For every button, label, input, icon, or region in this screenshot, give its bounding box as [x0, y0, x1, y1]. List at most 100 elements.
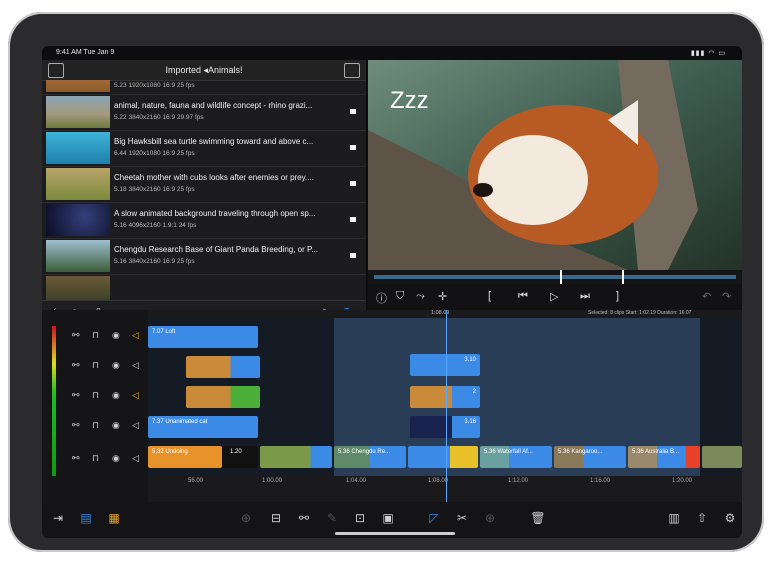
add-icon[interactable]: ⊕: [238, 510, 254, 526]
list-item[interactable]: Cheetah mother with cubs looks after ene…: [42, 166, 366, 203]
scissors-icon[interactable]: ✂: [454, 510, 470, 526]
timeline-clip[interactable]: 5.36 Chengdu Re...: [334, 446, 406, 468]
status-indicators: ▮▮▮ ◠ ▭: [690, 50, 726, 57]
mute-icon[interactable]: ◁: [132, 330, 139, 341]
export-icon[interactable]: ⇥: [50, 510, 66, 526]
selection-info: Selected: 8 clips Start: 1:02.19 Duratio…: [588, 310, 692, 316]
split-icon[interactable]: ⤳: [416, 290, 425, 303]
clip-meta: 6.44 1920x1080 16:9 25 fps: [114, 150, 195, 157]
timeline-clip[interactable]: 5.32 Undoing: [148, 446, 222, 468]
lock-icon[interactable]: ⊓: [92, 420, 99, 431]
list-item[interactable]: Big Hawksbill sea turtle swimming toward…: [42, 130, 366, 167]
select-icon[interactable]: ◸: [426, 510, 442, 526]
timeline-clip[interactable]: [260, 446, 332, 468]
video-viewer[interactable]: Zzz: [368, 60, 742, 270]
speaker-icon[interactable]: ◁: [132, 453, 139, 464]
lock-icon[interactable]: ⊓: [92, 390, 99, 401]
settings-icon[interactable]: ⚙: [722, 510, 738, 526]
timeline-ruler[interactable]: 56.00 1:00.00 1:04.00 1:08.00 1:12.00 1:…: [148, 476, 742, 488]
in-point-icon[interactable]: [: [488, 290, 491, 302]
link-icon[interactable]: ⚯: [72, 360, 80, 371]
timeline-clip[interactable]: 7.37 Unanimated cat: [148, 416, 258, 438]
project-scrubber[interactable]: [368, 270, 742, 284]
shield-icon[interactable]: ⛉: [396, 290, 404, 303]
pencil-icon[interactable]: ✎: [324, 510, 340, 526]
timeline-clip[interactable]: 3.10: [410, 354, 480, 376]
link-icon[interactable]: ⚯: [72, 330, 80, 341]
status-bar: 9:41 AM Tue Jan 9 ▮▮▮ ◠ ▭: [42, 46, 742, 60]
link-icon[interactable]: ⚯: [72, 453, 80, 464]
audio-clip[interactable]: 1.20: [222, 446, 258, 468]
timeline-clip[interactable]: [186, 356, 260, 378]
list-item[interactable]: Chengdu Research Base of Giant Panda Bre…: [42, 238, 366, 275]
list-item[interactable]: animal, nature, fauna and wildlife conce…: [42, 94, 366, 131]
import-icon[interactable]: [344, 63, 360, 78]
list-item[interactable]: A slow animated background traveling thr…: [42, 202, 366, 239]
clip-thumbnail: [46, 276, 110, 300]
list-item[interactable]: 5.23 1920x1080 16:9 25 fps: [42, 80, 366, 95]
home-indicator: [335, 532, 455, 535]
info-icon[interactable]: ⓘ: [376, 290, 387, 306]
status-time: 9:41 AM Tue Jan 9: [56, 49, 115, 56]
audio-tracks-icon[interactable]: ▦: [106, 510, 122, 526]
timeline-clip[interactable]: 3.16: [410, 416, 480, 438]
tracks-icon[interactable]: ▤: [78, 510, 94, 526]
lock-icon[interactable]: ⊓: [92, 453, 99, 464]
eye-icon[interactable]: ◉: [112, 420, 120, 431]
undo-icon[interactable]: ↶: [702, 290, 711, 303]
play-icon[interactable]: ▷: [550, 290, 558, 303]
layout-icon[interactable]: ▥: [666, 510, 682, 526]
clip-thumbnail: [46, 204, 110, 236]
speaker-icon[interactable]: ◁: [132, 420, 139, 431]
trash-icon[interactable]: 🗑: [530, 510, 546, 526]
timeline-clip[interactable]: [408, 446, 478, 468]
lock-icon[interactable]: ⊓: [92, 360, 99, 371]
timeline-clip[interactable]: 7.07 Loft: [148, 326, 258, 348]
timeline-tracks[interactable]: 7.07 Loft 7.37 Unanimated cat 3.10 2 3.1…: [148, 318, 742, 476]
link-clips-icon[interactable]: ⚯: [296, 510, 312, 526]
link-icon[interactable]: ⚯: [72, 420, 80, 431]
library-header: Imported ◂Animals!: [42, 60, 366, 81]
timeline-clip[interactable]: 5.36 Australia B...: [628, 446, 700, 468]
visible-range-bracket[interactable]: [560, 270, 624, 284]
mute-icon[interactable]: ◁: [132, 390, 139, 401]
clip-thumbnail: [46, 132, 110, 164]
list-item[interactable]: [42, 274, 366, 300]
library-title: Imported ◂Animals!: [165, 65, 243, 75]
scrubber-track: [374, 275, 736, 279]
timeline-clip[interactable]: 5.36 Kangaroo...: [554, 446, 626, 468]
speaker-icon[interactable]: ◁: [132, 360, 139, 371]
share-icon[interactable]: ⇧: [694, 510, 710, 526]
plus-icon[interactable]: ⊕: [482, 510, 498, 526]
timeline: ⚯ ⊓ ◉ ◁ ⚯ ⊓ ◉ ◁ ⚯ ⊓ ◉ ◁ ⚯ ⊓ ◉ ◁ ⚯ ⊓ ◉ ◁ …: [42, 310, 742, 505]
clip-thumbnail: [46, 168, 110, 200]
lock-icon[interactable]: ⊓: [92, 330, 99, 341]
camera-icon[interactable]: ⊡: [352, 510, 368, 526]
eye-icon[interactable]: ◉: [112, 390, 120, 401]
clipboard-icon[interactable]: ▣: [380, 510, 396, 526]
skip-back-icon[interactable]: ⏮: [518, 290, 528, 303]
eye-icon[interactable]: ◉: [112, 330, 120, 341]
rewind-icon[interactable]: ⊟: [268, 510, 284, 526]
audio-meter: [52, 326, 56, 476]
eye-icon[interactable]: ◉: [112, 453, 120, 464]
clip-title: animal, nature, fauna and wildlife conce…: [114, 101, 313, 110]
media-library-panel: Imported ◂Animals! 5.23 1920x1080 16:9 2…: [42, 60, 366, 323]
skip-forward-icon[interactable]: ⏭: [580, 290, 590, 303]
track-headers: ⚯ ⊓ ◉ ◁ ⚯ ⊓ ◉ ◁ ⚯ ⊓ ◉ ◁ ⚯ ⊓ ◉ ◁ ⚯ ⊓ ◉ ◁: [42, 310, 148, 505]
timeline-clip[interactable]: 5.36 Waterfall Af...: [480, 446, 552, 468]
clip-thumbnail: [46, 240, 110, 272]
eye-icon[interactable]: ◉: [112, 360, 120, 371]
clip-title: Big Hawksbill sea turtle swimming toward…: [114, 137, 314, 146]
marker-icon[interactable]: ✛: [438, 290, 447, 303]
out-point-icon[interactable]: ]: [616, 290, 619, 302]
timeline-clip[interactable]: [186, 386, 260, 408]
clip-meta: 5.18 3840x2160 16:9 25 fps: [114, 186, 195, 193]
clip-thumbnail: [46, 80, 110, 92]
clip-thumbnail: [46, 96, 110, 128]
clip-list: 5.23 1920x1080 16:9 25 fps animal, natur…: [42, 80, 366, 300]
redo-icon[interactable]: ↷: [722, 290, 731, 303]
timeline-clip[interactable]: [702, 446, 742, 468]
timeline-clip[interactable]: 2: [410, 386, 480, 408]
link-icon[interactable]: ⚯: [72, 390, 80, 401]
